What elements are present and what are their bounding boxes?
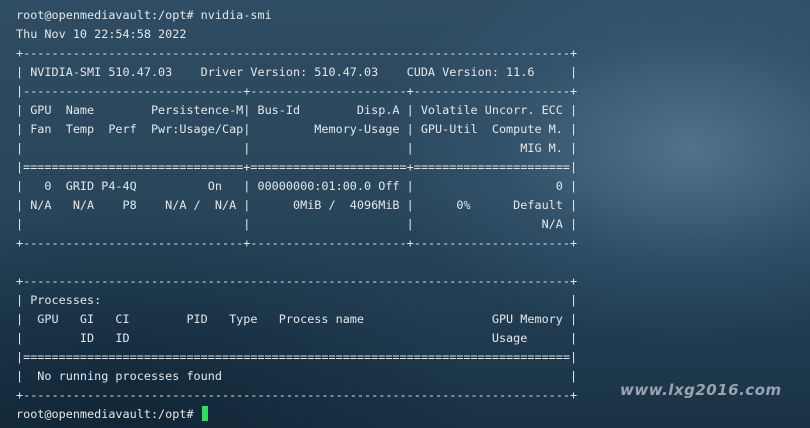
terminal-line: Thu Nov 10 22:54:58 2022: [16, 27, 187, 41]
terminal-line: |=======================================…: [16, 350, 578, 364]
terminal-prompt-line[interactable]: root@openmediavault:/opt#: [16, 405, 208, 424]
terminal-line: | GPU Name Persistence-M| Bus-Id Disp.A …: [16, 103, 578, 117]
terminal-line: +---------------------------------------…: [16, 388, 578, 402]
terminal-line: | Processes: |: [16, 293, 578, 307]
text-cursor: [201, 406, 208, 421]
watermark-logo: www.lxg2016.com: [620, 381, 782, 399]
terminal-line: | ID ID Usage |: [16, 331, 578, 345]
terminal-window[interactable]: root@openmediavault:/opt# nvidia-smi Thu…: [16, 0, 796, 428]
terminal-line: | Fan Temp Perf Pwr:Usage/Cap| Memory-Us…: [16, 122, 578, 136]
terminal-line: root@openmediavault:/opt# nvidia-smi: [16, 8, 272, 22]
terminal-line: | | | N/A |: [16, 217, 578, 231]
terminal-line: +---------------------------------------…: [16, 274, 578, 288]
terminal-line: |===============================+=======…: [16, 160, 578, 174]
terminal-line: +---------------------------------------…: [16, 46, 578, 60]
terminal-line: | GPU GI CI PID Type Process name GPU Me…: [16, 312, 578, 326]
terminal-line: | | | MIG M. |: [16, 141, 578, 155]
shell-prompt: root@openmediavault:/opt#: [16, 407, 201, 421]
terminal-line: | 0 GRID P4-4Q On | 00000000:01:00.0 Off…: [16, 179, 578, 193]
terminal-line: |-------------------------------+-------…: [16, 84, 578, 98]
terminal-line: | NVIDIA-SMI 510.47.03 Driver Version: 5…: [16, 65, 578, 79]
terminal-line: +-------------------------------+-------…: [16, 236, 578, 250]
terminal-line: | N/A N/A P8 N/A / N/A | 0MiB / 4096MiB …: [16, 198, 578, 212]
terminal-line: | No running processes found |: [16, 369, 578, 383]
